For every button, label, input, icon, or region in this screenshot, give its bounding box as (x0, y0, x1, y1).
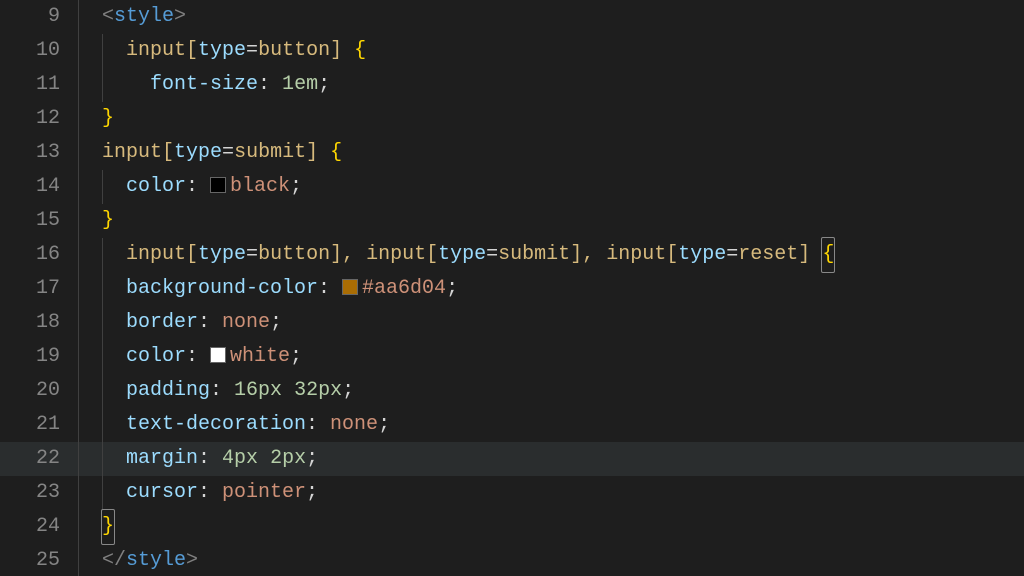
code-content[interactable]: input[type=button], input[type=submit], … (78, 238, 1024, 272)
code-content[interactable]: color: black; (78, 170, 1024, 204)
code-content[interactable]: } (78, 204, 1024, 238)
code-line[interactable]: 16 input[type=button], input[type=submit… (0, 238, 1024, 272)
code-content[interactable]: cursor: pointer; (78, 476, 1024, 510)
line-number: 25 (0, 544, 78, 576)
matching-brace: } (101, 509, 115, 545)
code-content[interactable]: input[type=submit] { (78, 136, 1024, 170)
code-line[interactable]: 13 input[type=submit] { (0, 136, 1024, 170)
line-number: 10 (0, 34, 78, 68)
code-line[interactable]: 14 color: black; (0, 170, 1024, 204)
code-editor[interactable]: 9 <style> 10 input[type=button] { 11 fon… (0, 0, 1024, 576)
line-number: 21 (0, 408, 78, 442)
line-number: 19 (0, 340, 78, 374)
line-number: 23 (0, 476, 78, 510)
code-content[interactable]: background-color: #aa6d04; (78, 272, 1024, 306)
code-content[interactable]: } (78, 510, 1024, 544)
code-line[interactable]: 24 } (0, 510, 1024, 544)
line-number: 12 (0, 102, 78, 136)
line-number: 9 (0, 0, 78, 34)
line-number: 18 (0, 306, 78, 340)
code-line[interactable]: 25 </style> (0, 544, 1024, 576)
code-content[interactable]: font-size: 1em; (78, 68, 1024, 102)
line-number: 22 (0, 442, 78, 476)
code-content[interactable]: input[type=button] { (78, 34, 1024, 68)
line-number: 24 (0, 510, 78, 544)
line-number: 11 (0, 68, 78, 102)
color-swatch-icon[interactable] (210, 177, 226, 193)
line-number: 15 (0, 204, 78, 238)
matching-brace: { (821, 237, 835, 273)
code-line[interactable]: 20 padding: 16px 32px; (0, 374, 1024, 408)
code-line[interactable]: 10 input[type=button] { (0, 34, 1024, 68)
code-content[interactable]: padding: 16px 32px; (78, 374, 1024, 408)
code-content[interactable]: <style> (78, 0, 1024, 34)
code-line[interactable]: 18 border: none; (0, 306, 1024, 340)
code-line[interactable]: 21 text-decoration: none; (0, 408, 1024, 442)
line-number: 13 (0, 136, 78, 170)
code-line[interactable]: 19 color: white; (0, 340, 1024, 374)
code-line[interactable]: 12 } (0, 102, 1024, 136)
code-line[interactable]: 17 background-color: #aa6d04; (0, 272, 1024, 306)
code-line[interactable]: 15 } (0, 204, 1024, 238)
line-number: 14 (0, 170, 78, 204)
color-swatch-icon[interactable] (342, 279, 358, 295)
code-content[interactable]: </style> (78, 544, 1024, 576)
code-content[interactable]: color: white; (78, 340, 1024, 374)
code-content[interactable]: border: none; (78, 306, 1024, 340)
code-content[interactable]: text-decoration: none; (78, 408, 1024, 442)
code-content[interactable]: } (78, 102, 1024, 136)
code-line-active[interactable]: 22 margin: 4px 2px; (0, 442, 1024, 476)
line-number: 17 (0, 272, 78, 306)
line-number: 16 (0, 238, 78, 272)
code-line[interactable]: 9 <style> (0, 0, 1024, 34)
code-content[interactable]: margin: 4px 2px; (78, 442, 1024, 476)
color-swatch-icon[interactable] (210, 347, 226, 363)
code-line[interactable]: 11 font-size: 1em; (0, 68, 1024, 102)
code-line[interactable]: 23 cursor: pointer; (0, 476, 1024, 510)
line-number: 20 (0, 374, 78, 408)
